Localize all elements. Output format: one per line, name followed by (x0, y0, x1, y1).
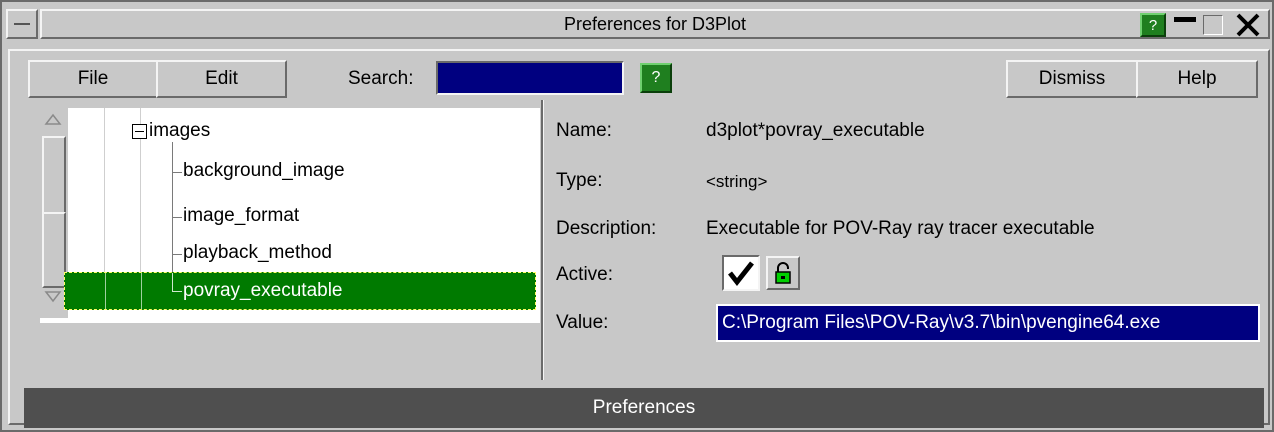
edit-menu-button[interactable]: Edit (156, 60, 287, 98)
tree-connector (172, 254, 182, 255)
name-label: Name: (556, 120, 612, 141)
window-menu-button[interactable] (6, 9, 38, 39)
question-icon: ? (1148, 16, 1158, 34)
search-help-button[interactable]: ? (640, 63, 672, 93)
tree-node-images[interactable]: images (149, 120, 210, 142)
dismiss-button[interactable]: Dismiss (1006, 60, 1138, 98)
scroll-up-icon[interactable] (38, 110, 68, 128)
active-label: Active: (556, 264, 614, 285)
name-value: d3plot*povray_executable (706, 120, 925, 141)
maximize-button[interactable] (1200, 13, 1226, 37)
search-label: Search: (348, 68, 414, 89)
tree-node-image-format[interactable]: image_format (183, 205, 299, 227)
question-icon: ? (651, 69, 661, 86)
lock-button[interactable] (766, 256, 800, 290)
close-icon (1236, 13, 1260, 37)
lock-icon (775, 262, 791, 284)
tree-node-povray-executable: povray_executable (183, 280, 343, 301)
minimize-icon (1174, 17, 1196, 22)
tree-connector (172, 217, 182, 218)
title-bar[interactable]: Preferences for D3Plot (40, 9, 1270, 39)
description-label: Description: (556, 218, 657, 239)
search-input[interactable] (436, 61, 624, 95)
tree-connector (172, 273, 173, 291)
active-checkbox[interactable] (722, 255, 760, 291)
title-help-button[interactable]: ? (1140, 13, 1166, 37)
tree-connector (172, 142, 173, 290)
minus-icon (14, 23, 30, 25)
footer-label: Preferences (592, 397, 696, 418)
scroll-track-lower[interactable] (42, 212, 66, 288)
checkmark-icon (728, 261, 754, 287)
help-button[interactable]: Help (1136, 60, 1258, 98)
footer-bar: Preferences (24, 388, 1264, 428)
tree-row-selected[interactable]: povray_executable (64, 272, 536, 310)
type-value: <string> (706, 172, 768, 191)
close-button[interactable] (1232, 11, 1264, 39)
minimize-button[interactable] (1172, 13, 1198, 37)
tree-node-playback-method[interactable]: playback_method (183, 242, 332, 264)
description-value: Executable for POV-Ray ray tracer execut… (706, 218, 1095, 239)
collapse-toggle[interactable] (132, 124, 147, 139)
tree-connector (172, 291, 182, 292)
type-label: Type: (556, 170, 603, 191)
tree-guide-line (141, 273, 142, 309)
panel-splitter[interactable] (538, 100, 548, 380)
value-input[interactable]: C:\Program Files\POV-Ray\v3.7\bin\pvengi… (716, 304, 1260, 342)
window-title: Preferences for D3Plot (563, 13, 747, 34)
minus-icon (135, 131, 144, 132)
tree-node-background-image[interactable]: background_image (183, 160, 345, 182)
tree-connector (172, 172, 182, 173)
value-label: Value: (556, 312, 609, 333)
file-menu-button[interactable]: File (28, 60, 158, 98)
tree-guide-line (105, 273, 106, 309)
maximize-icon (1203, 15, 1223, 35)
scroll-thumb[interactable] (42, 136, 66, 214)
